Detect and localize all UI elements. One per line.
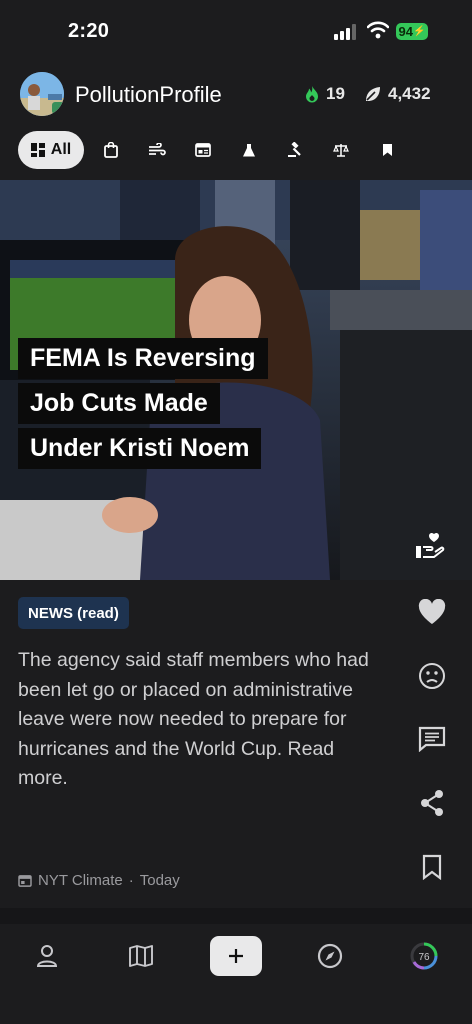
- profile-icon: [36, 945, 58, 967]
- flask-icon: [243, 143, 255, 156]
- filter-science[interactable]: [226, 131, 272, 169]
- headline-line-3: Under Kristi Noem: [18, 428, 262, 469]
- share-icon: [421, 790, 443, 816]
- create-post-button[interactable]: [210, 936, 262, 976]
- score-ring-icon: 76: [410, 942, 438, 970]
- filter-news[interactable]: [180, 131, 226, 169]
- bookmark-button[interactable]: [414, 849, 450, 885]
- wifi-icon: [367, 21, 389, 39]
- nav-profile[interactable]: [25, 936, 69, 976]
- score-value: 76: [418, 952, 430, 963]
- bookmark-icon: [382, 144, 392, 156]
- avatar-photo: [20, 72, 64, 116]
- filter-saved[interactable]: [364, 131, 410, 169]
- leaf-icon: [366, 87, 380, 101]
- app-title: PollutionProfile: [75, 82, 222, 107]
- comment-icon: [418, 726, 446, 752]
- cellular-signal-icon: [334, 24, 356, 40]
- shopping-bag-icon: [104, 142, 118, 158]
- article-summary[interactable]: The agency said staff members who had be…: [18, 646, 388, 794]
- gavel-icon: [288, 142, 301, 157]
- category-filter-bar: All: [18, 130, 410, 170]
- headline-line-1: FEMA Is Reversing: [18, 338, 268, 379]
- streak-count: 19: [326, 84, 345, 103]
- category-badge: NEWS (read): [18, 597, 129, 629]
- hand-heart-icon: [416, 532, 445, 558]
- nav-divider: [0, 908, 472, 924]
- share-button[interactable]: [414, 785, 450, 821]
- article-date: Today: [139, 872, 180, 889]
- like-button[interactable]: [414, 594, 450, 630]
- points-counter[interactable]: 4,432: [364, 84, 431, 104]
- filter-all-chip[interactable]: All: [18, 131, 84, 169]
- points-count: 4,432: [388, 84, 431, 103]
- newspaper-icon: [18, 874, 32, 887]
- filter-legal[interactable]: [272, 131, 318, 169]
- plus-icon: [229, 949, 243, 963]
- article-source[interactable]: NYT Climate · Today: [18, 872, 180, 889]
- filter-air[interactable]: [134, 131, 180, 169]
- avatar[interactable]: [20, 72, 64, 116]
- status-bar: 2:20 94 ⚡: [0, 0, 472, 60]
- filter-policy[interactable]: [318, 131, 364, 169]
- reaction-button[interactable]: [414, 658, 450, 694]
- map-icon: [129, 945, 153, 967]
- streak-counter[interactable]: 19: [304, 84, 345, 104]
- hero-photo: [0, 180, 472, 580]
- emoji-icon: [419, 663, 445, 689]
- donate-button[interactable]: [414, 532, 446, 565]
- nav-score[interactable]: 76: [402, 936, 446, 976]
- comment-button[interactable]: [414, 721, 450, 757]
- nav-explore[interactable]: [308, 936, 352, 976]
- wind-icon: [149, 143, 166, 156]
- battery-level: 94: [398, 24, 413, 39]
- dashboard-icon: [30, 143, 45, 157]
- source-separator: ·: [128, 872, 134, 889]
- source-name: NYT Climate: [38, 872, 123, 889]
- headline-line-2: Job Cuts Made: [18, 383, 220, 424]
- nav-map[interactable]: [119, 936, 163, 976]
- filter-all-label: All: [50, 141, 72, 158]
- bookmark-icon: [422, 854, 442, 880]
- scales-icon: [333, 143, 349, 157]
- charging-bolt-icon: ⚡: [413, 26, 426, 37]
- heart-icon: [418, 599, 446, 624]
- clock: 2:20: [68, 20, 110, 42]
- newspaper-icon: [195, 143, 211, 157]
- battery-indicator: 94 ⚡: [396, 23, 428, 40]
- compass-icon: [317, 943, 343, 969]
- filter-shopping[interactable]: [88, 131, 134, 169]
- article-hero-image[interactable]: FEMA Is Reversing Job Cuts Made Under Kr…: [0, 180, 472, 580]
- flame-icon: [306, 86, 318, 103]
